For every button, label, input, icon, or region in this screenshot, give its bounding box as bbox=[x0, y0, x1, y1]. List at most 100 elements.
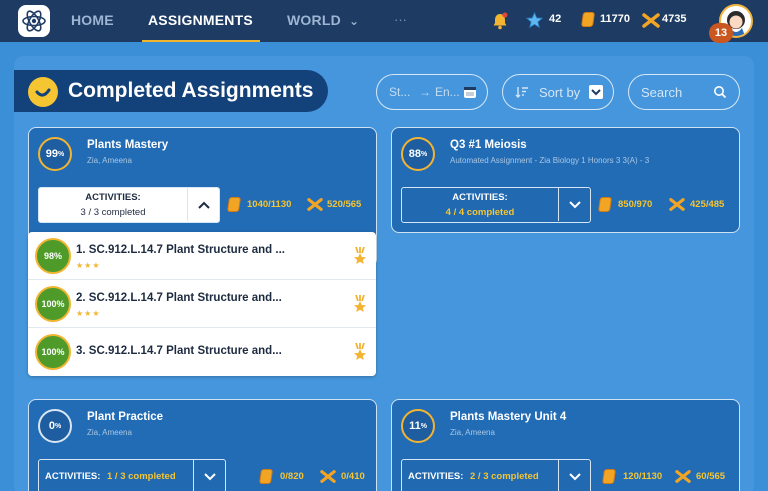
chevron-down-icon[interactable] bbox=[193, 460, 225, 491]
coin-icon bbox=[597, 197, 613, 212]
more-menu-icon[interactable]: ··· bbox=[394, 12, 407, 27]
list-item[interactable]: 98% 1. SC.912.L.14.7 Plant Structure and… bbox=[28, 232, 376, 280]
check-icon bbox=[28, 77, 58, 107]
coin-icon bbox=[580, 12, 596, 27]
xp-icon bbox=[307, 197, 323, 217]
card-title: Plants Mastery bbox=[87, 139, 169, 151]
activity-title: 2. SC.912.L.14.7 Plant Structure and... bbox=[76, 292, 282, 304]
arrow-right-icon: → bbox=[419, 85, 431, 99]
xp-count: 4735 bbox=[662, 13, 687, 25]
completion-ring: 99% bbox=[38, 137, 72, 171]
card-title: Plants Mastery Unit 4 bbox=[450, 411, 567, 423]
coin-icon bbox=[258, 469, 274, 484]
activities-dropdown[interactable]: ACTIVITIES: 2 / 3 completed bbox=[401, 459, 591, 491]
completion-percent: 88 bbox=[408, 148, 421, 160]
search-icon[interactable] bbox=[713, 85, 727, 104]
activity-list: 98% 1. SC.912.L.14.7 Plant Structure and… bbox=[28, 232, 376, 376]
activities-value: 2 / 3 completed bbox=[470, 471, 539, 482]
xp-icon bbox=[675, 469, 691, 489]
activity-title: 3. SC.912.L.14.7 Plant Structure and... bbox=[76, 345, 282, 357]
percent-sign: % bbox=[56, 299, 65, 309]
card-coins: 0/820 bbox=[280, 471, 304, 482]
atom-logo-icon[interactable] bbox=[18, 5, 50, 37]
chevron-down-icon[interactable] bbox=[558, 188, 590, 221]
activity-stars: ★★★ bbox=[76, 309, 101, 318]
completion-percent: 99 bbox=[45, 148, 58, 160]
completion-ring: 0% bbox=[38, 409, 72, 443]
activity-title: 1. SC.912.L.14.7 Plant Structure and ... bbox=[76, 244, 285, 256]
date-range-filter[interactable]: St... → En... bbox=[376, 74, 488, 110]
coins-count: 11770 bbox=[600, 13, 630, 25]
percent-sign: % bbox=[54, 422, 62, 430]
sort-label: Sort by bbox=[539, 85, 581, 100]
list-item[interactable]: 100% 2. SC.912.L.14.7 Plant Structure an… bbox=[28, 280, 376, 328]
calendar-icon[interactable] bbox=[463, 85, 477, 102]
percent-sign: % bbox=[58, 150, 65, 158]
card-coins: 850/970 bbox=[618, 199, 653, 210]
chevron-down-icon[interactable] bbox=[558, 460, 590, 491]
activity-score-badge: 100% bbox=[35, 334, 71, 370]
nav-assignments[interactable]: ASSIGNMENTS bbox=[148, 12, 253, 28]
coin-icon bbox=[226, 197, 242, 212]
completion-ring: 88% bbox=[401, 137, 435, 171]
sort-dropdown[interactable]: Sort by bbox=[502, 74, 614, 110]
search-placeholder: Search bbox=[641, 85, 683, 100]
chevron-down-icon bbox=[589, 85, 603, 99]
activities-label: ACTIVITIES: bbox=[452, 192, 508, 203]
medal-icon[interactable] bbox=[353, 294, 367, 317]
chevron-down-icon: ⌄ bbox=[348, 14, 360, 28]
date-end-input[interactable]: En... bbox=[435, 85, 460, 99]
card-subtitle: Zia, Ameena bbox=[87, 428, 132, 437]
nav-world-label: WORLD bbox=[287, 12, 341, 28]
card-xp: 425/485 bbox=[690, 199, 725, 210]
activities-value: 4 / 4 completed bbox=[445, 207, 515, 218]
percent-sign: % bbox=[54, 251, 63, 261]
activities-dropdown[interactable]: ACTIVITIES: 3 / 3 completed bbox=[38, 187, 220, 223]
list-item[interactable]: 100% 3. SC.912.L.14.7 Plant Structure an… bbox=[28, 328, 376, 376]
activities-label: ACTIVITIES: bbox=[85, 192, 141, 203]
card-title: Q3 #1 Meiosis bbox=[450, 139, 527, 151]
card-title: Plant Practice bbox=[87, 411, 164, 423]
coin-icon bbox=[601, 469, 617, 484]
activities-dropdown[interactable]: ACTIVITIES: 4 / 4 completed bbox=[401, 187, 591, 223]
completion-percent: 11 bbox=[409, 420, 421, 432]
xp-icon bbox=[669, 197, 685, 217]
activity-score-badge: 98% bbox=[35, 238, 71, 274]
date-start-input[interactable]: St... bbox=[389, 85, 410, 99]
page-title: Completed Assignments bbox=[68, 79, 314, 102]
activities-value: 1 / 3 completed bbox=[107, 471, 176, 482]
percent-sign: % bbox=[56, 347, 65, 357]
card-subtitle: Zia, Ameena bbox=[450, 428, 495, 437]
percent-sign: % bbox=[420, 422, 427, 430]
active-nav-underline bbox=[142, 40, 260, 42]
search-input[interactable]: Search bbox=[628, 74, 740, 110]
completion-ring: 11% bbox=[401, 409, 435, 443]
activity-percent: 98 bbox=[43, 251, 54, 261]
nav-home[interactable]: HOME bbox=[71, 12, 114, 28]
activity-stars: ★★★ bbox=[76, 261, 101, 270]
medal-icon[interactable] bbox=[353, 246, 367, 269]
level-badge: 13 bbox=[709, 23, 733, 43]
activities-label: ACTIVITIES: bbox=[45, 471, 101, 482]
chevron-up-icon[interactable] bbox=[187, 188, 219, 221]
medal-icon[interactable] bbox=[353, 342, 367, 365]
card-xp: 520/565 bbox=[327, 199, 362, 210]
activities-value: 3 / 3 completed bbox=[80, 207, 146, 218]
card-coins: 120/1130 bbox=[623, 471, 663, 482]
card-xp: 0/410 bbox=[341, 471, 365, 482]
nav-world[interactable]: WORLD ⌄ bbox=[287, 12, 359, 28]
percent-sign: % bbox=[421, 150, 428, 158]
star-icon bbox=[525, 11, 544, 34]
activities-label: ACTIVITIES: bbox=[408, 471, 464, 482]
top-nav-bar: HOME ASSIGNMENTS WORLD ⌄ ··· 42 11770 47… bbox=[0, 0, 768, 43]
activity-percent: 100 bbox=[41, 299, 57, 309]
xp-icon bbox=[642, 12, 660, 34]
card-xp: 60/565 bbox=[696, 471, 726, 482]
stars-count: 42 bbox=[549, 13, 562, 25]
activity-score-badge: 100% bbox=[35, 286, 71, 322]
card-subtitle: Zia, Ameena bbox=[87, 156, 132, 165]
activities-dropdown[interactable]: ACTIVITIES: 1 / 3 completed bbox=[38, 459, 226, 491]
bell-icon[interactable] bbox=[492, 12, 508, 35]
card-subtitle: Automated Assignment - Zia Biology 1 Hon… bbox=[450, 156, 650, 165]
activity-percent: 100 bbox=[41, 347, 57, 357]
